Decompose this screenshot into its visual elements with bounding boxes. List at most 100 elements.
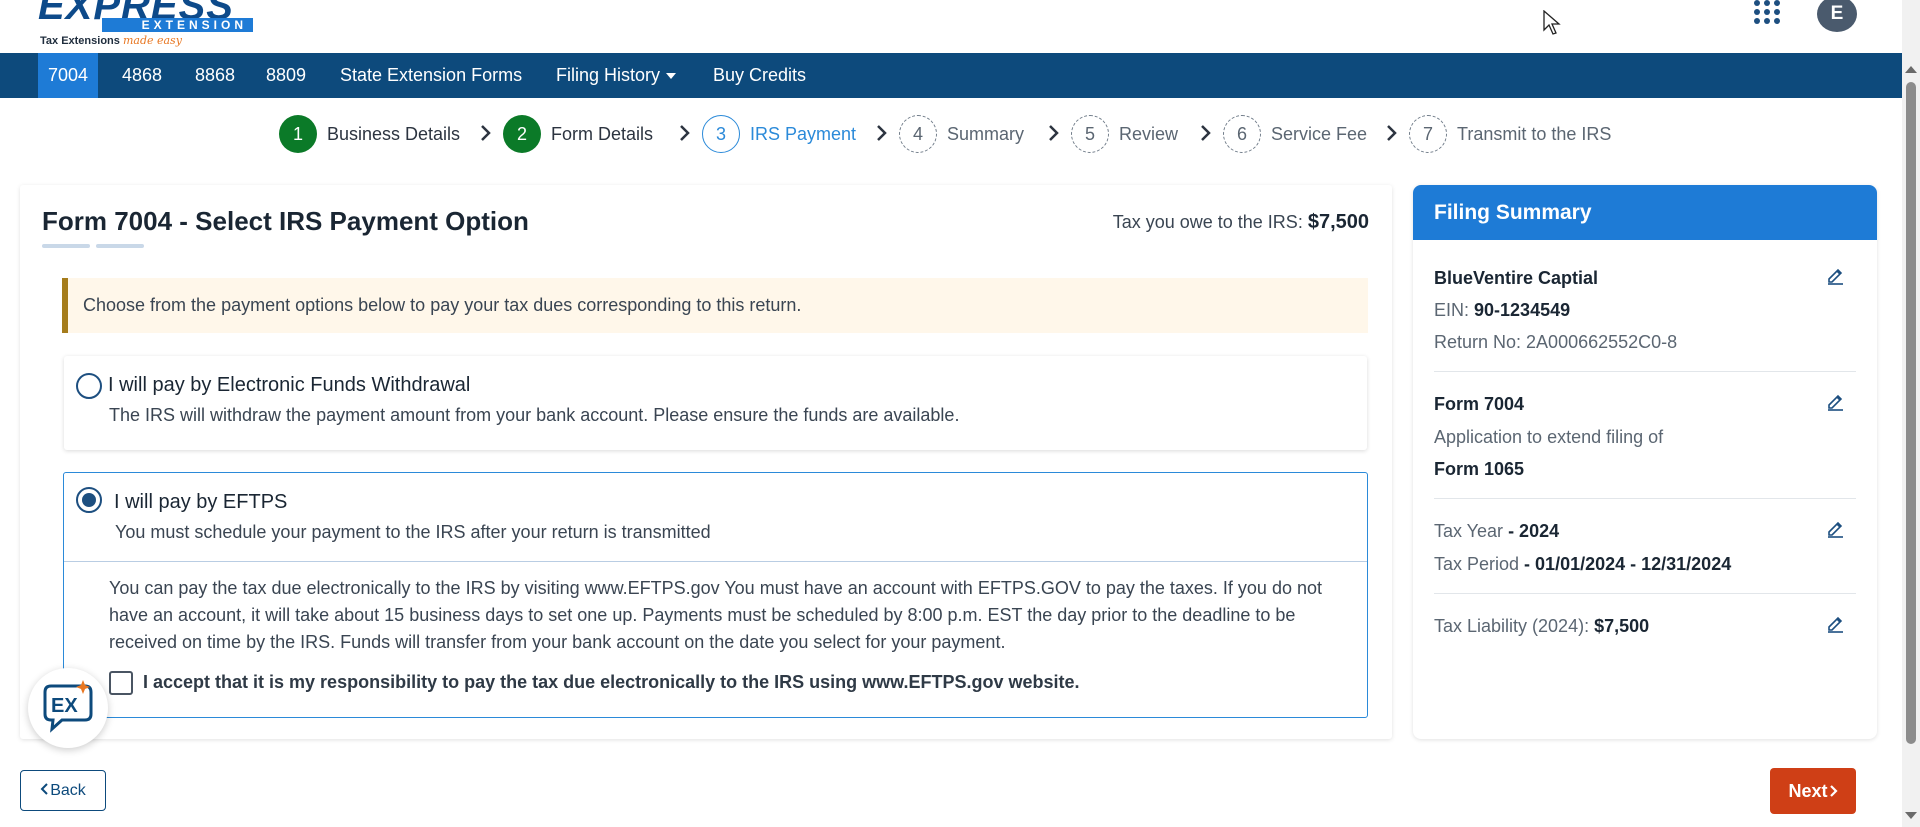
step-label: IRS Payment (750, 123, 857, 144)
summary-divider (1434, 593, 1856, 594)
step-review[interactable]: 5 Review (1071, 113, 1178, 155)
step-transmit-to-irs[interactable]: 7 Transmit to the IRS (1409, 113, 1611, 155)
eftps-option-description: You must schedule your payment to the IR… (115, 522, 711, 542)
tax-year: Tax Year - 2024 (1434, 521, 1559, 542)
main-navbar: 7004 4868 8868 8809 State Extension Form… (0, 53, 1920, 98)
eftps-divider (64, 561, 1367, 562)
chevron-right-icon (1201, 125, 1211, 141)
step-irs-payment[interactable]: 3 IRS Payment (702, 113, 856, 155)
logo-tagline-text: Tax Extensions (40, 35, 120, 47)
edit-form-icon[interactable] (1825, 391, 1845, 411)
nav-item-buy-credits[interactable]: Buy Credits (703, 53, 816, 98)
step-number: 4 (899, 115, 937, 153)
user-avatar[interactable]: E (1817, 0, 1857, 32)
option-electronic-funds-withdrawal[interactable] (64, 356, 1367, 450)
nav-item-filing-history[interactable]: Filing History (546, 53, 686, 98)
business-name: BlueVentire Captial (1434, 268, 1599, 288)
step-label: Service Fee (1271, 123, 1368, 144)
title-underline (96, 244, 144, 248)
tax-period-value: - 01/01/2024 - 12/31/2024 (1524, 554, 1732, 574)
nav-item-7004[interactable]: 7004 (38, 53, 99, 98)
step-form-details[interactable]: 2 Form Details (503, 113, 653, 155)
scrollbar-thumb[interactable] (1906, 82, 1916, 744)
step-number: 6 (1223, 115, 1261, 153)
edit-liability-icon[interactable] (1825, 613, 1845, 633)
step-label: Review (1119, 123, 1179, 144)
nav-item-8868[interactable]: 8868 (185, 53, 245, 98)
chevron-down-icon (666, 73, 677, 80)
eftps-option-title: I will pay by EFTPS (114, 491, 288, 513)
eftps-details: You can pay the tax due electronically t… (109, 578, 1322, 652)
chevron-right-icon (1049, 125, 1059, 141)
step-summary[interactable]: 4 Summary (899, 113, 1024, 155)
chat-icon: EX (43, 680, 93, 733)
tax-owe-value: $7,500 (1307, 211, 1369, 233)
top-header: EXPRESS EXTENSION Tax Extensions made ea… (0, 0, 1920, 53)
next-button[interactable]: Next (1770, 768, 1856, 814)
summary-divider (1434, 371, 1856, 372)
step-label: Form Details (551, 123, 654, 144)
efw-option-title: I will pay by Electronic Funds Withdrawa… (108, 374, 471, 396)
chevron-right-icon (481, 125, 491, 141)
step-number: 1 (279, 115, 317, 153)
ein-value: 90-1234549 (1474, 300, 1571, 320)
filing-summary-heading: Filing Summary (1413, 185, 1877, 240)
page-title: Form 7004 - Select IRS Payment Option (42, 206, 529, 236)
chevron-right-icon (1387, 125, 1397, 141)
step-label: Summary (947, 123, 1025, 144)
tax-liability-label: Tax Liability (2024): (1434, 616, 1595, 636)
payment-notice: Choose from the payment options below to… (62, 278, 1368, 333)
tax-owe-label: Tax you owe to the IRS: (1112, 212, 1308, 232)
step-number: 2 (503, 115, 541, 153)
tax-period: Tax Period - 01/01/2024 - 12/31/2024 (1434, 554, 1731, 575)
eftps-radio[interactable] (76, 487, 102, 513)
scroll-up-arrow-icon[interactable] (1905, 66, 1917, 73)
express-extension-logo[interactable]: EXPRESS EXTENSION Tax Extensions made ea… (38, 0, 253, 50)
step-number: 7 (1409, 115, 1447, 153)
step-service-fee[interactable]: 6 Service Fee (1223, 113, 1367, 155)
scroll-down-arrow-icon[interactable] (1905, 812, 1917, 819)
eftps-accept-label[interactable]: I accept that it is my responsibility to… (143, 672, 1080, 693)
chevron-right-icon (1829, 785, 1838, 797)
step-business-details[interactable]: 1 Business Details (279, 113, 460, 155)
step-label: Business Details (327, 123, 461, 144)
chevron-right-icon (680, 125, 690, 141)
chevron-right-icon (877, 125, 887, 141)
next-button-label: Next (1788, 781, 1828, 801)
summary-divider (1434, 498, 1856, 499)
chat-support-button[interactable]: EX (28, 668, 108, 748)
nav-item-state-extension-forms[interactable]: State Extension Forms (330, 53, 532, 98)
tax-liability-value: $7,500 (1594, 616, 1650, 636)
tax-year-label: Tax Year (1434, 521, 1509, 541)
ein-label: EIN: (1434, 300, 1475, 320)
nav-item-4868[interactable]: 4868 (112, 53, 172, 98)
step-number: 5 (1071, 115, 1109, 153)
title-underline (42, 244, 90, 248)
tax-owe-summary: Tax you owe to the IRS: $7,500 (1113, 211, 1369, 234)
logo-tagline-script: made easy (122, 34, 182, 47)
chevron-left-icon (40, 783, 48, 795)
ein: EIN: 90-1234549 (1434, 300, 1570, 321)
eftps-accept-checkbox[interactable] (109, 671, 133, 695)
tax-year-value: - 2024 (1508, 521, 1560, 541)
edit-business-icon[interactable] (1825, 265, 1845, 285)
apps-grid-icon[interactable] (1754, 0, 1782, 26)
logo-tagline: Tax Extensions made easy (40, 34, 182, 47)
nav-item-8809[interactable]: 8809 (256, 53, 316, 98)
mouse-cursor-icon (1543, 10, 1561, 35)
step-number: 3 (702, 115, 740, 153)
efw-radio[interactable] (76, 373, 102, 399)
form-target: Form 1065 (1434, 459, 1525, 479)
back-button-label: Back (50, 782, 86, 799)
logo-band: EXTENSION (102, 18, 253, 32)
efw-option-description: The IRS will withdraw the payment amount… (109, 405, 960, 425)
tax-liability: Tax Liability (2024): $7,500 (1434, 616, 1649, 637)
svg-text:EX: EX (51, 695, 78, 717)
nav-item-filing-history-label: Filing History (556, 65, 661, 85)
edit-tax-year-icon[interactable] (1825, 518, 1845, 538)
form-description: Application to extend filing of (1434, 427, 1664, 447)
step-label: Transmit to the IRS (1457, 123, 1612, 144)
return-number: Return No: 2A000662552C0-8 (1434, 332, 1678, 352)
tax-period-label: Tax Period (1434, 554, 1525, 574)
back-button[interactable]: Back (20, 770, 106, 811)
